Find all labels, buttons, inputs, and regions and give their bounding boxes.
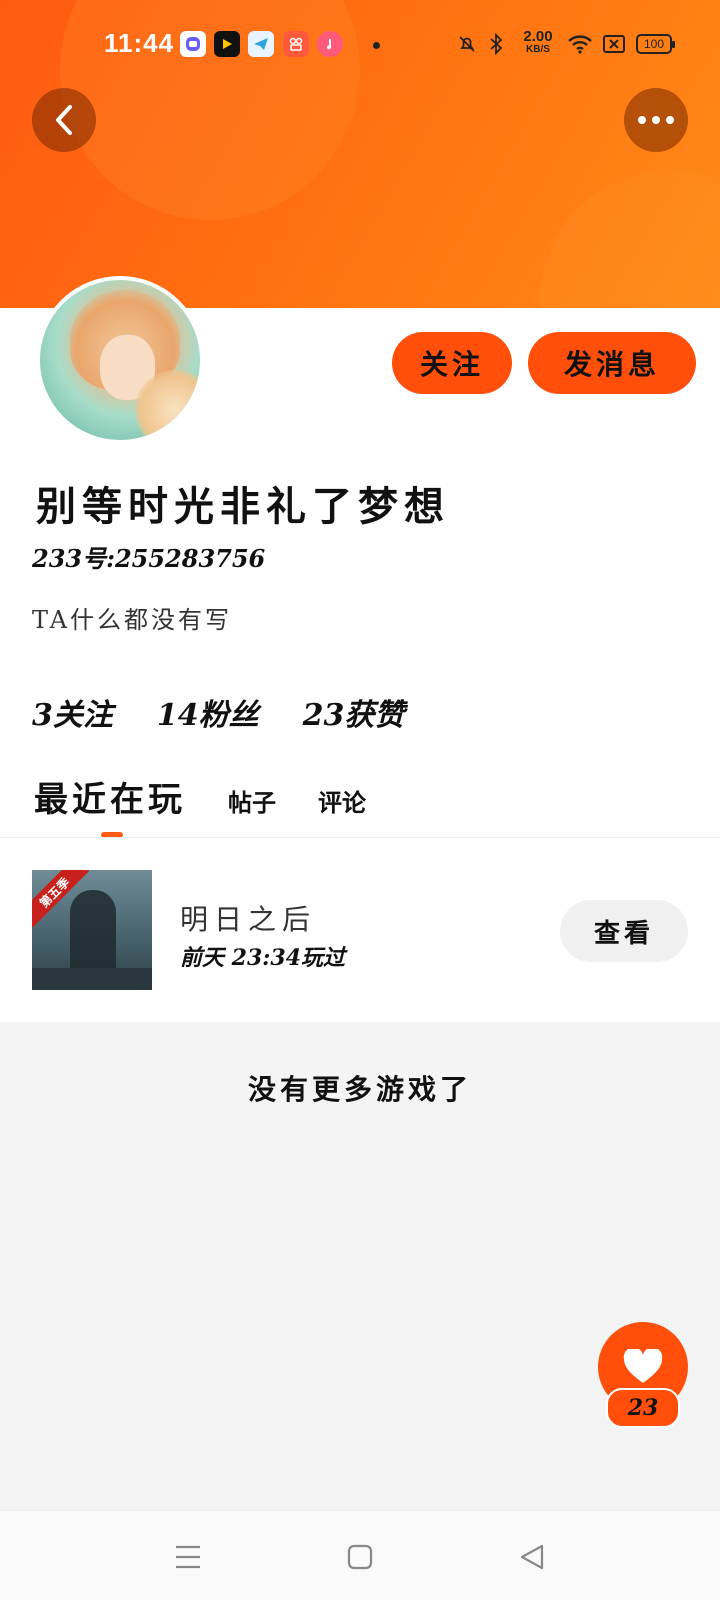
likes-count: 23获赞 bbox=[302, 698, 405, 733]
user-bio: TA什么都没有写 bbox=[32, 606, 233, 634]
tab-comments[interactable]: 评论 bbox=[318, 783, 366, 818]
list-item[interactable]: 第五季 明日之后 前天 23:34玩过 查看 bbox=[0, 838, 720, 1022]
wifi-icon bbox=[566, 30, 594, 58]
avatar[interactable] bbox=[36, 276, 204, 444]
followers-count[interactable]: 14粉丝 bbox=[157, 690, 259, 734]
back-button[interactable] bbox=[32, 88, 96, 152]
header-decoration bbox=[540, 170, 720, 308]
view-game-button[interactable]: 查看 bbox=[560, 900, 688, 962]
chevron-left-icon bbox=[56, 105, 72, 135]
home-button[interactable] bbox=[342, 1539, 378, 1575]
back-triangle-icon bbox=[520, 1544, 544, 1570]
follow-button[interactable]: 关注 bbox=[392, 332, 512, 394]
notification-dot bbox=[373, 42, 380, 49]
system-back-button[interactable] bbox=[514, 1539, 550, 1575]
profile-stats: 3关注 14粉丝 23获赞 bbox=[32, 690, 404, 734]
tab-posts[interactable]: 帖子 bbox=[228, 783, 276, 818]
status-bar: 11:44 2.00 KB/S 100 bbox=[0, 24, 720, 66]
game-cover-image[interactable]: 第五季 bbox=[32, 870, 152, 990]
user-id[interactable]: 233号:255283756 bbox=[32, 539, 265, 574]
network-speed: 2.00 KB/S bbox=[518, 28, 558, 56]
bluetooth-icon bbox=[486, 30, 506, 58]
no-more-games-text: 没有更多游戏了 bbox=[247, 1073, 472, 1106]
tab-recently-played[interactable]: 最近在玩 bbox=[34, 772, 186, 821]
telegram-icon bbox=[248, 31, 274, 57]
menu-icon bbox=[176, 1545, 200, 1569]
recent-apps-button[interactable] bbox=[170, 1539, 206, 1575]
last-played-time: 前天 23:34玩过 bbox=[180, 945, 346, 971]
network-speed-value: 2.00 bbox=[523, 28, 553, 45]
like-count-badge: 23 bbox=[606, 1388, 680, 1428]
game-title: 明日之后 bbox=[180, 903, 317, 936]
app-store-icon bbox=[283, 31, 309, 57]
send-message-button[interactable]: 发消息 bbox=[528, 332, 696, 394]
user-name: 别等时光非礼了梦想 bbox=[36, 483, 450, 530]
battery-icon: 100 bbox=[636, 34, 675, 54]
more-dots-icon bbox=[638, 116, 674, 124]
sim-off-icon bbox=[602, 30, 626, 58]
mute-bell-icon bbox=[456, 30, 478, 58]
more-options-button[interactable] bbox=[624, 88, 688, 152]
following-count[interactable]: 3关注 bbox=[32, 690, 113, 734]
home-square-icon bbox=[347, 1544, 373, 1570]
status-time: 11:44 bbox=[104, 28, 175, 58]
music-icon bbox=[317, 31, 343, 57]
heart-icon bbox=[623, 1349, 663, 1383]
profile-tabs: 最近在玩 帖子 评论 bbox=[34, 772, 366, 821]
chat-app-icon bbox=[180, 31, 206, 57]
media-app-icon bbox=[214, 31, 240, 57]
system-navigation-bar bbox=[0, 1510, 720, 1600]
